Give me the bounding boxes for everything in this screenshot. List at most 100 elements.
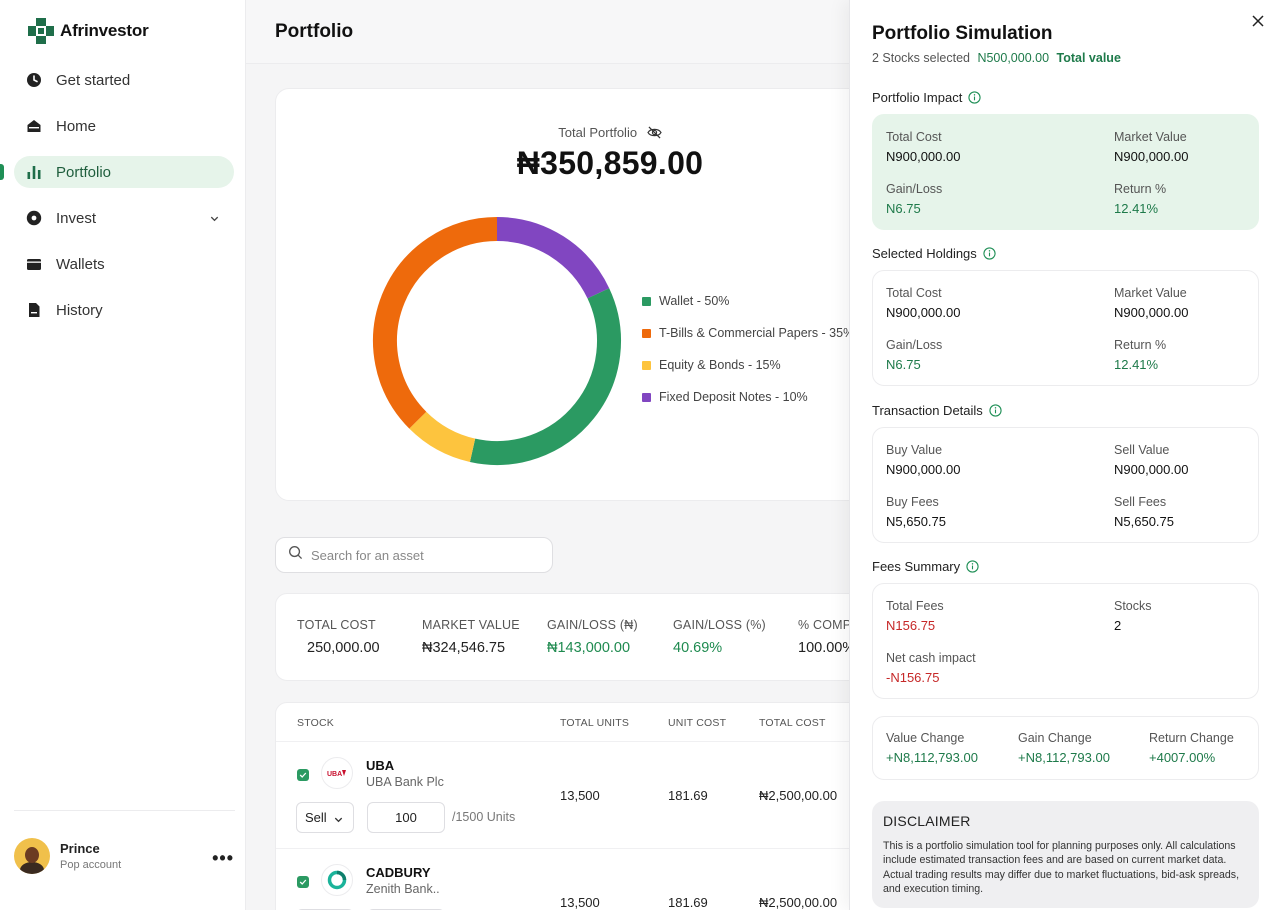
- summary-label: MARKET VALUE: [422, 618, 520, 632]
- legend-item-tbills: T-Bills & Commercial Papers - 35%: [642, 317, 850, 349]
- transaction-sell-value: Sell Value N900,000.00: [1114, 443, 1188, 477]
- svg-text:UBA: UBA: [327, 771, 342, 778]
- kv-value: -N156.75: [886, 670, 940, 685]
- nav-item-wallets[interactable]: Wallets: [14, 248, 234, 280]
- row-checkbox[interactable]: [297, 876, 309, 888]
- cell-unit-cost: 181.69: [668, 895, 708, 910]
- panel-subtitle: 2 Stocks selected N500,000.00 Total valu…: [872, 51, 1121, 65]
- nav-item-invest[interactable]: Invest: [14, 202, 234, 234]
- user-profile[interactable]: Prince Pop account •••: [14, 838, 234, 874]
- impact-market-value: Market Value N900,000.00: [1114, 130, 1188, 164]
- transaction-buy-value: Buy Value N900,000.00: [886, 443, 960, 477]
- wallet-icon: [26, 256, 42, 272]
- fees-net-cash-impact: Net cash impact -N156.75: [886, 651, 976, 685]
- kv-value: N900,000.00: [886, 305, 961, 320]
- donut-slice-equity-bonds[interactable]: [409, 411, 476, 463]
- impact-return: Return % 12.41%: [1114, 182, 1166, 216]
- cell-total-units: 13,500: [560, 895, 600, 910]
- chevron-down-icon[interactable]: [209, 211, 220, 229]
- legend-swatch: [642, 392, 651, 402]
- quantity-input[interactable]: 100: [367, 802, 445, 833]
- nav-item-home[interactable]: Home: [14, 110, 234, 142]
- search-input[interactable]: [311, 547, 531, 563]
- stock-name: Zenith Bank..: [366, 882, 440, 896]
- value-change: Value Change +N8,112,793.00: [886, 731, 978, 765]
- kv-value: N900,000.00: [886, 462, 961, 477]
- donut-slice-fixed-deposit-notes[interactable]: [496, 217, 610, 299]
- sidebar: Afrinvestor Get started Home Portfolio I…: [0, 0, 246, 910]
- kv-value: +N8,112,793.00: [886, 750, 978, 765]
- legend-label: Equity & Bonds - 15%: [659, 358, 781, 372]
- chevron-down-icon: [333, 813, 344, 828]
- column-header-stock[interactable]: STOCK: [297, 717, 334, 729]
- nav-item-portfolio[interactable]: Portfolio: [14, 156, 234, 188]
- cell-unit-cost: 181.69: [668, 788, 708, 803]
- kv-label: Net cash impact: [886, 651, 976, 665]
- asset-search[interactable]: [275, 537, 553, 573]
- info-icon[interactable]: [983, 247, 996, 260]
- section-title-text: Selected Holdings: [872, 246, 977, 261]
- summary-value: 40.69%: [673, 640, 723, 656]
- stocks-selected-count: 2 Stocks selected: [872, 51, 970, 65]
- brand-logo[interactable]: Afrinvestor: [28, 18, 149, 44]
- donut-slice-t-bills-commercial-papers[interactable]: [373, 217, 498, 429]
- return-change: Return Change +4007.00%: [1149, 731, 1234, 765]
- table-row: CADBURY Zenith Bank.. 13,500 181.69 ₦2,5…: [276, 849, 850, 910]
- changes-box: Value Change +N8,112,793.00 Gain Change …: [872, 716, 1259, 780]
- kv-label: Market Value: [1114, 286, 1187, 300]
- legend-item-equity: Equity & Bonds - 15%: [642, 349, 850, 381]
- selected-holdings-box: Total Cost N900,000.00 Market Value N900…: [872, 270, 1259, 386]
- nav-item-get-started[interactable]: Get started: [14, 64, 234, 96]
- trade-action-select[interactable]: Sell: [296, 802, 354, 833]
- donut-slice-wallet[interactable]: [469, 288, 621, 465]
- allocation-donut-chart: [373, 217, 621, 465]
- column-header-total-cost[interactable]: TOTAL COST: [759, 717, 826, 729]
- section-title-text: Portfolio Impact: [872, 90, 963, 105]
- impact-gain-loss: Gain/Loss N6.75: [886, 182, 942, 216]
- kv-label: Gain/Loss: [886, 182, 943, 196]
- kv-label: Market Value: [1114, 130, 1187, 144]
- kv-label: Gain Change: [1018, 731, 1092, 745]
- nav-label: Get started: [56, 71, 131, 89]
- kv-label: Sell Fees: [1114, 495, 1167, 509]
- summary-total-cost: TOTAL COST 250,000.00: [297, 618, 380, 656]
- kv-value: 12.41%: [1114, 357, 1159, 372]
- panel-title: Portfolio Simulation: [872, 23, 1053, 44]
- row-checkbox[interactable]: [297, 769, 309, 781]
- summary-label: GAIN/LOSS (%): [673, 618, 766, 632]
- transaction-details-box: Buy Value N900,000.00 Sell Value N900,00…: [872, 427, 1259, 543]
- plus-circle-icon: [26, 210, 42, 226]
- more-options-icon[interactable]: •••: [212, 848, 234, 869]
- stock-ticker: CADBURY: [366, 865, 431, 880]
- nav-label: Invest: [56, 209, 97, 227]
- fees-total: Total Fees N156.75: [886, 599, 944, 633]
- info-icon[interactable]: [989, 404, 1002, 417]
- eye-off-icon[interactable]: [646, 126, 662, 142]
- holdings-market-value: Market Value N900,000.00: [1114, 286, 1188, 320]
- close-icon[interactable]: [1251, 14, 1265, 28]
- section-title-fees-summary: Fees Summary: [872, 559, 979, 574]
- bar-chart-icon: [26, 164, 42, 180]
- info-icon[interactable]: [966, 560, 979, 573]
- column-header-total-units[interactable]: TOTAL UNITS: [560, 717, 629, 729]
- kv-value: N900,000.00: [886, 149, 961, 164]
- summary-gain-loss-amount: GAIN/LOSS (₦) ₦143,000.00: [547, 618, 638, 656]
- kv-value: +N8,112,793.00: [1018, 750, 1110, 765]
- section-title-selected-holdings: Selected Holdings: [872, 246, 996, 261]
- disclaimer-text: This is a portfolio simulation tool for …: [883, 840, 1240, 895]
- info-icon[interactable]: [968, 91, 981, 104]
- portfolio-simulation-panel: Portfolio Simulation 2 Stocks selected N…: [849, 0, 1280, 910]
- section-title-portfolio-impact: Portfolio Impact: [872, 90, 981, 105]
- kv-value: 12.41%: [1114, 201, 1159, 216]
- summary-value: 100.00%: [798, 640, 850, 656]
- kv-label: Total Fees: [886, 599, 944, 613]
- nav-item-history[interactable]: History: [14, 294, 234, 326]
- total-portfolio-label-row: Total Portfolio: [276, 125, 850, 142]
- column-header-unit-cost[interactable]: UNIT COST: [668, 717, 726, 729]
- portfolio-overview-card: Total Portfolio ₦350,859.00 Wallet - 50%…: [275, 88, 850, 501]
- kv-value: +4007.00%: [1149, 750, 1216, 765]
- holdings-return: Return % 12.41%: [1114, 338, 1166, 372]
- kv-value: N6.75: [886, 201, 921, 216]
- user-name: Prince: [60, 841, 100, 856]
- cell-total-cost: ₦2,500,00.00: [759, 895, 838, 910]
